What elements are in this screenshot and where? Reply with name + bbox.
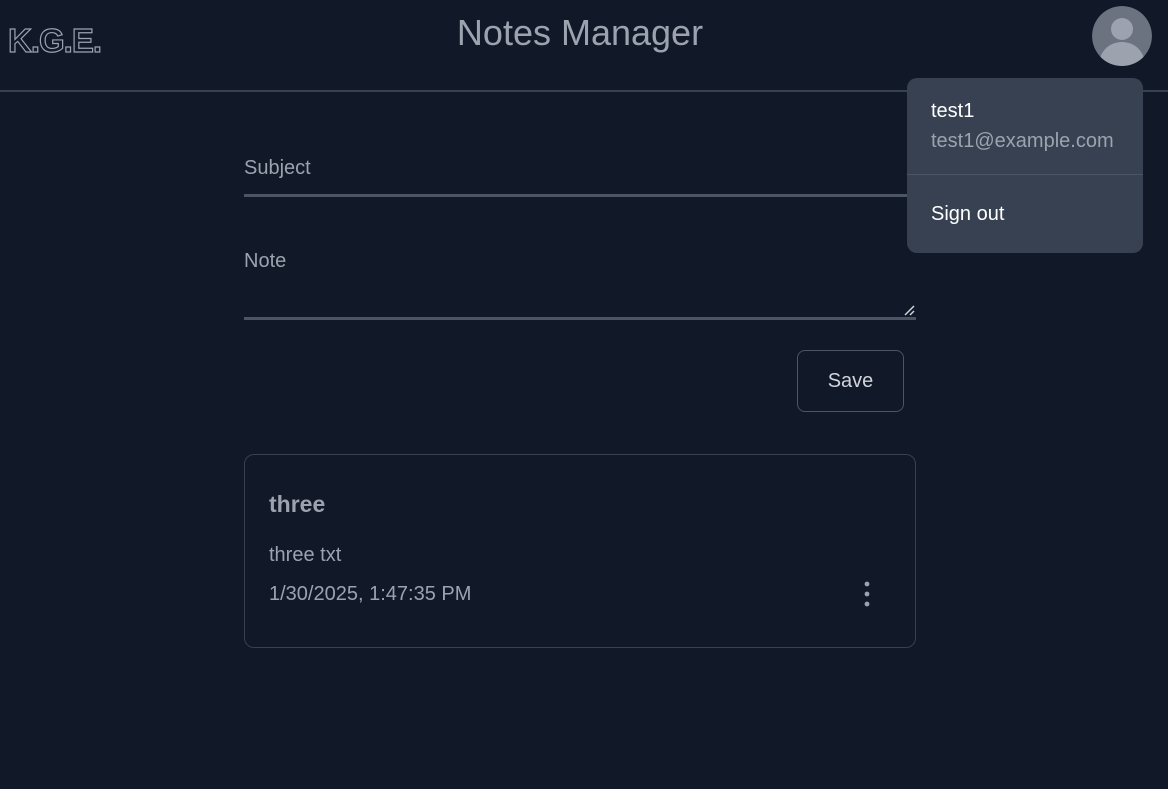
note-timestamp: 1/30/2025, 1:47:35 PM xyxy=(269,583,472,605)
note-underline xyxy=(244,317,916,320)
menu-divider xyxy=(907,174,1143,175)
menu-username: test1 xyxy=(931,100,975,122)
note-textarea[interactable] xyxy=(244,244,916,316)
note-title: three xyxy=(269,491,326,517)
resize-handle-icon[interactable] xyxy=(903,304,915,316)
more-vertical-icon[interactable] xyxy=(855,579,879,609)
subject-input[interactable] xyxy=(244,150,916,194)
menu-email: test1@example.com xyxy=(931,130,1114,152)
subject-underline xyxy=(244,194,916,197)
note-body: three txt xyxy=(269,544,342,566)
user-avatar-button[interactable] xyxy=(1092,6,1152,66)
user-dropdown-menu: test1 test1@example.com Sign out xyxy=(907,78,1143,253)
save-button[interactable]: Save xyxy=(797,350,904,412)
user-avatar-icon xyxy=(1092,6,1152,66)
page-title: Notes Manager xyxy=(456,12,704,53)
sign-out-menu-item[interactable]: Sign out xyxy=(931,203,1004,226)
note-card: three three txt 1/30/2025, 1:47:35 PM xyxy=(244,454,916,648)
